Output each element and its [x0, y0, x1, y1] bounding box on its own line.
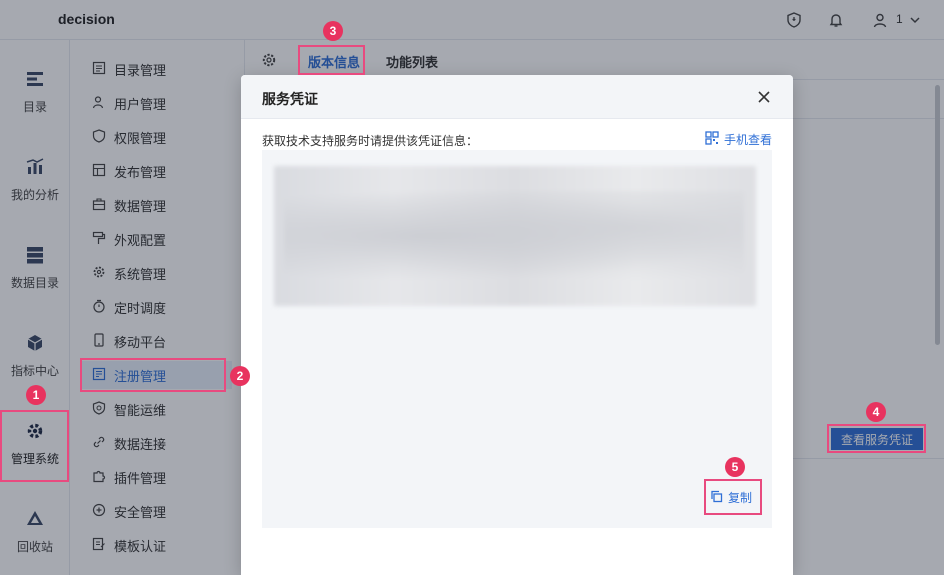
- step-badge-4: 4: [866, 402, 886, 422]
- view-on-phone-link[interactable]: 手机查看: [705, 131, 772, 148]
- dialog-header: 服务凭证: [241, 75, 793, 119]
- copy-icon: [710, 490, 723, 506]
- step-badge-3: 3: [323, 21, 343, 41]
- dialog-title: 服务凭证: [262, 91, 318, 107]
- credential-text-blurred: [274, 166, 756, 306]
- copy-button[interactable]: 复制: [710, 489, 752, 506]
- qr-code-icon: [705, 131, 719, 148]
- step-badge-5: 5: [725, 457, 745, 477]
- dialog-description: 获取技术支持服务时请提供该凭证信息：: [262, 134, 479, 148]
- step-badge-1: 1: [26, 385, 46, 405]
- close-icon[interactable]: [754, 87, 774, 107]
- step-badge-2: 2: [230, 366, 250, 386]
- credential-box: [262, 150, 772, 528]
- copy-label: 复制: [728, 491, 753, 505]
- view-on-phone-label: 手机查看: [724, 133, 773, 147]
- service-credential-dialog: 服务凭证 获取技术支持服务时请提供该凭证信息： 手机查看 复制: [241, 75, 793, 575]
